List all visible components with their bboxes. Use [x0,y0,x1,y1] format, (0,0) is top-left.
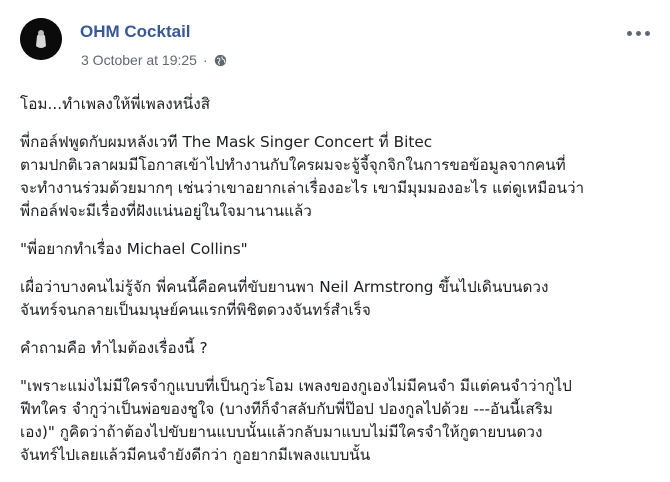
facebook-post: OHM Cocktail 3 October at 19:25 · โอม...… [0,0,670,467]
post-text-line: พี่กอล์ฟจะมีเรื่องที่ฝังแน่นอยู่ในใจมานา… [20,202,312,220]
avatar-figure-icon [20,18,62,60]
post-text-line: พี่กอล์ฟพูดกับผมหลังเวที The Mask Singer… [20,133,433,151]
post-text-line: ตามปกติเวลาผมมีโอกาสเข้าไปทำงานกับใครผมจ… [20,156,566,174]
post-text-line: "เพราะแม่งไม่มีใครจำกูแบบที่เป็นกูว่ะโอม… [20,377,572,395]
post-paragraph: เผื่อว่าบางคนไม่รู้จัก พี่คนนี้คือคนที่ข… [20,276,660,322]
post-text-line: เผื่อว่าบางคนไม่รู้จัก พี่คนนี้คือคนที่ข… [20,278,549,296]
post-text-line: "พี่อยากทำเรื่อง Michael Collins" [20,240,248,258]
post-text-line: จันทร์จนกลายเป็นมนุษย์คนแรกที่พิชิตดวงจั… [20,301,371,319]
more-options-icon[interactable] [627,26,653,40]
author-name-link[interactable]: OHM Cocktail [80,22,191,42]
post-text-line: คำถามคือ ทำไมต้องเรื่องนี้ ? [20,339,208,357]
more-dot [636,30,641,36]
more-dot [627,30,632,36]
more-dot [645,30,650,36]
post-text-line: จะทำงานร่วมด้วยมากๆ เช่นว่าเขาอยากเล่าเร… [20,179,585,197]
post-paragraph: "พี่อยากทำเรื่อง Michael Collins" [20,238,660,261]
post-text-line: โอม...ทำเพลงให้พี่เพลงหนึ่งสิ [20,95,211,113]
post-timestamp-link[interactable]: 3 October at 19:25 [81,52,197,68]
post-text-line: เอง)" กูคิดว่าถ้าต้องไปขับยานแบบนั้นแล้ว… [20,423,543,441]
post-text-line: จันทร์ไปเลยแล้วมีคนจำยังดีกว่า กูอยากมีเ… [20,446,371,464]
meta-separator: · [202,52,208,68]
post-meta: 3 October at 19:25 · [81,50,227,70]
post-paragraph: พี่กอล์ฟพูดกับผมหลังเวที The Mask Singer… [20,131,660,223]
post-body: โอม...ทำเพลงให้พี่เพลงหนึ่งสิพี่กอล์ฟพูด… [20,93,660,482]
post-paragraph: "เพราะแม่งไม่มีใครจำกูแบบที่เป็นกูว่ะโอม… [20,375,660,467]
author-avatar[interactable] [20,18,62,60]
globe-icon[interactable] [214,54,227,67]
post-text-line: ฟีทใคร จำกูว่าเป็นพ่อของชูใจ (บางทีก็จำส… [20,400,554,418]
post-paragraph: โอม...ทำเพลงให้พี่เพลงหนึ่งสิ [20,93,660,116]
post-paragraph: คำถามคือ ทำไมต้องเรื่องนี้ ? [20,337,660,360]
